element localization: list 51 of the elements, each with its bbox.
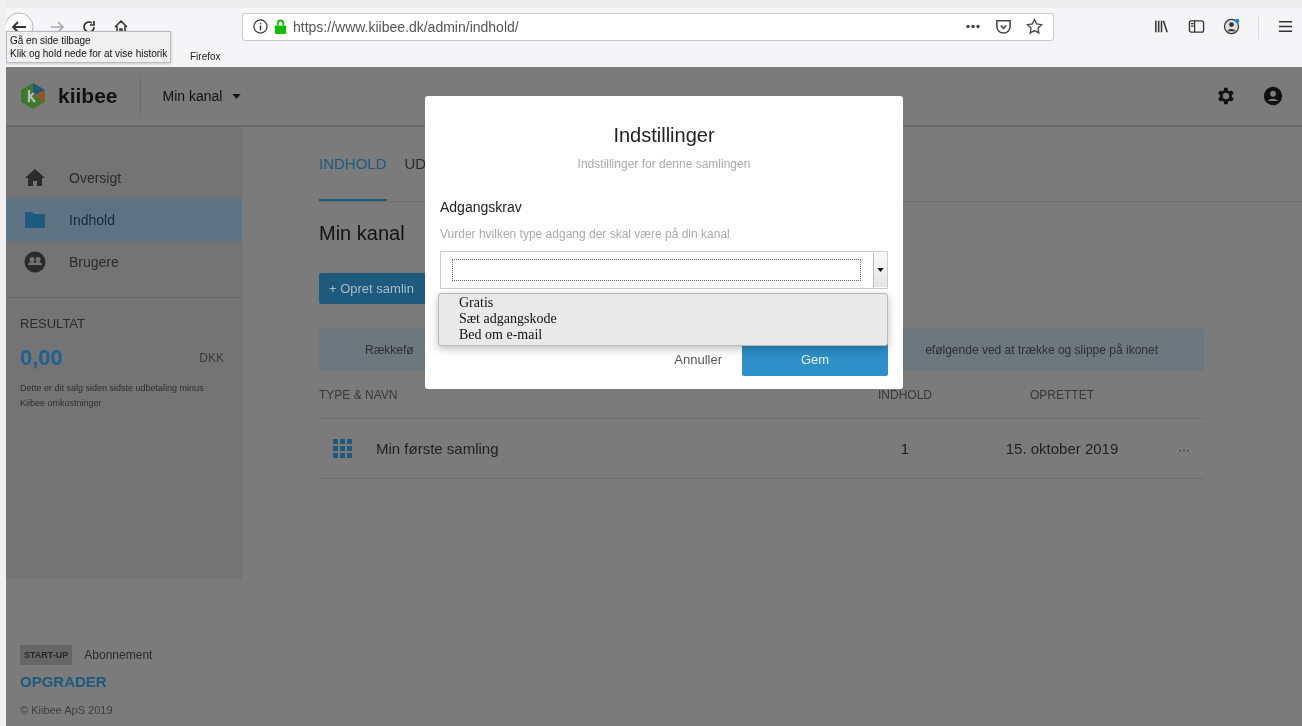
- currency-label: DKK: [199, 351, 224, 365]
- caret-icon[interactable]: [877, 268, 884, 272]
- dialog-title: Indstillinger: [612, 124, 716, 147]
- pocket-icon[interactable]: [995, 18, 1012, 35]
- plan-label: Abonnement: [84, 648, 153, 662]
- access-select[interactable]: [440, 251, 888, 289]
- tooltip-text: Klik og hold nede for at vise historik: [10, 47, 168, 60]
- info-text: efølgende ved at trække og slippe på ikonet: [925, 342, 1158, 357]
- dropdown-option[interactable]: Gratis: [459, 295, 867, 311]
- lock-icon: [274, 19, 287, 34]
- result-title: RESULTAT: [20, 316, 86, 331]
- cancel-button[interactable]: Annuller: [674, 352, 722, 367]
- column-header: INDHOLD: [877, 387, 933, 402]
- channel-dropdown[interactable]: Min kanal: [162, 88, 223, 104]
- tooltip-text: Gå en side tilbage: [10, 34, 92, 47]
- result-amount: 0,00: [20, 345, 63, 371]
- column-header: OPRETTET: [1029, 387, 1095, 402]
- library-icon[interactable]: [1153, 18, 1170, 35]
- field-label: Adgangskrav: [440, 199, 523, 215]
- sidebar-item[interactable]: Oversigt: [6, 157, 242, 199]
- dropdown-option[interactable]: Sæt adgangskode: [459, 311, 867, 327]
- bookmark-link[interactable]: Firefox: [190, 50, 221, 62]
- dialog-subtitle: Indstillinger for denne samlingen: [576, 157, 752, 171]
- url-text: https://www.kiibee.dk/admin/indhold/: [293, 18, 519, 35]
- account-icon[interactable]: [1223, 18, 1240, 35]
- logo-icon: [18, 81, 48, 111]
- field-hint: Vurder hvilken type adgang der skal være på din kanal: [440, 227, 731, 241]
- menu-icon[interactable]: [1277, 18, 1294, 35]
- sidebar-icon[interactable]: [1188, 18, 1205, 35]
- more-icon[interactable]: [965, 24, 981, 29]
- table-cell-text: 1: [899, 440, 911, 457]
- dropdown-option[interactable]: Bed om e-mail: [459, 327, 867, 343]
- sidebar-item[interactable]: Brugere: [6, 241, 242, 283]
- page-title: Min kanal: [319, 222, 405, 245]
- column-header: TYPE & NAVN: [319, 387, 399, 402]
- info-text: Rækkefø: [365, 342, 414, 357]
- plan-badge: START-UP: [20, 645, 73, 665]
- sidebar-item[interactable]: Indhold: [6, 199, 242, 241]
- people-icon: [23, 250, 47, 274]
- star-icon[interactable]: [1026, 18, 1043, 35]
- result-note: Dette er dit salg siden sidste udbetaling minus Kiibee omkostninger: [20, 382, 205, 410]
- row-menu[interactable]: ···: [1178, 443, 1190, 457]
- table-cell-text: 15. oktober 2019: [1004, 440, 1120, 457]
- grid-icon: [333, 438, 353, 459]
- logo-text: kiibee: [58, 84, 118, 108]
- info-icon[interactable]: [253, 19, 268, 34]
- collection-name[interactable]: Min første samling: [376, 440, 499, 457]
- copyright-text: © Kiibee ApS 2019: [20, 704, 114, 716]
- address-bar[interactable]: https://www.kiibee.dk/admin/indhold/: [242, 12, 1054, 41]
- tab[interactable]: UD: [404, 127, 427, 201]
- user-icon[interactable]: [1262, 85, 1284, 107]
